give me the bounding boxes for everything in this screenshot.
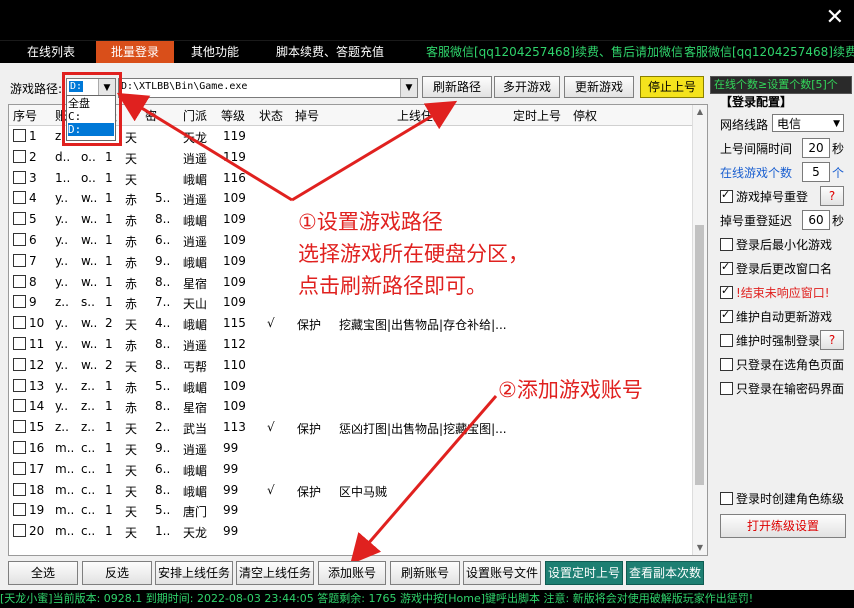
invert-selection-button[interactable]: 反选 [82, 561, 152, 585]
auto-update-label: 维护自动更新游戏 [736, 310, 833, 324]
auto-update-checkbox[interactable] [720, 308, 733, 323]
force-login-label: 维护时强制登录 [736, 334, 821, 348]
kill-unresponsive-label: !结束未响应窗口! [736, 286, 830, 300]
annotation-step1-line3: 点击刷新路径即可。 [298, 274, 487, 298]
interval-label: 上号间隔时间 [720, 142, 793, 156]
login-config-panel: 【登录配置】 网络线路 电信 ▼ 上号间隔时间 20 秒 在线游戏个数 5 个 … [716, 90, 850, 546]
annotation-step1-line2: 选择游戏所在硬盘分区， [298, 242, 529, 266]
online-count-setting-label: 在线游戏个数 [720, 166, 793, 180]
set-timed-login-button[interactable]: 设置定时上号 [545, 561, 623, 585]
create-role-label: 登录时创建角色练级 [736, 492, 845, 506]
only-select-role-checkbox[interactable] [720, 358, 733, 371]
minimize-label: 登录后最小化游戏 [736, 238, 833, 252]
relogin-delay-input[interactable]: 60 [802, 210, 830, 230]
clear-tasks-button[interactable]: 清空上线任务 [236, 561, 314, 585]
annotation-step2: ②添加游戏账号 [498, 378, 643, 402]
check-dungeon-button[interactable]: 查看副本次数 [626, 561, 704, 585]
drop-relogin-label: 游戏掉号重登 [736, 190, 809, 204]
network-value: 电信 [777, 117, 802, 131]
network-row: 网络线路 [720, 116, 768, 136]
interval-unit: 秒 [832, 142, 845, 156]
online-count-input[interactable]: 5 [802, 162, 830, 182]
open-level-settings-button[interactable]: 打开练级设置 [720, 514, 846, 538]
rename-window-label: 登录后更改窗口名 [736, 262, 833, 276]
chevron-down-icon[interactable]: ▼ [833, 115, 840, 133]
network-select[interactable]: 电信 ▼ [772, 114, 844, 132]
online-count-unit: 个 [832, 166, 845, 180]
arrow-to-add-account [350, 395, 498, 565]
arrow-to-refresh [291, 100, 458, 202]
help-button-2[interactable]: ? [820, 330, 844, 350]
add-account-button[interactable]: 添加账号 [318, 561, 386, 585]
relogin-delay-label: 掉号重登延迟 [720, 214, 793, 228]
network-label: 网络线路 [720, 118, 769, 132]
kill-unresponsive-checkbox[interactable] [720, 284, 733, 299]
help-button[interactable]: ? [820, 186, 844, 206]
force-login-checkbox[interactable] [720, 334, 733, 347]
set-account-file-button[interactable]: 设置账号文件 [463, 561, 541, 585]
arrow-to-drive [116, 92, 293, 202]
rename-window-checkbox[interactable] [720, 260, 733, 275]
annotation-step1-title: ①设置游戏路径 [298, 210, 443, 234]
relogin-delay-unit: 秒 [832, 214, 845, 228]
minimize-checkbox[interactable] [720, 238, 733, 251]
arrange-tasks-button[interactable]: 安排上线任务 [155, 561, 233, 585]
only-password-checkbox[interactable] [720, 382, 733, 395]
interval-input[interactable]: 20 [802, 138, 830, 158]
create-role-checkbox[interactable] [720, 492, 733, 505]
drop-relogin-checkbox[interactable] [720, 188, 733, 203]
status-bar: [天龙小蜜]当前版本: 0928.1 到期时间: 2022-08-03 23:4… [0, 590, 854, 608]
only-password-label: 只登录在输密码界面 [736, 382, 845, 396]
refresh-account-button[interactable]: 刷新账号 [390, 561, 460, 585]
only-select-role-label: 只登录在选角色页面 [736, 358, 845, 372]
select-all-button[interactable]: 全选 [8, 561, 78, 585]
config-title: 【登录配置】 [720, 95, 793, 109]
